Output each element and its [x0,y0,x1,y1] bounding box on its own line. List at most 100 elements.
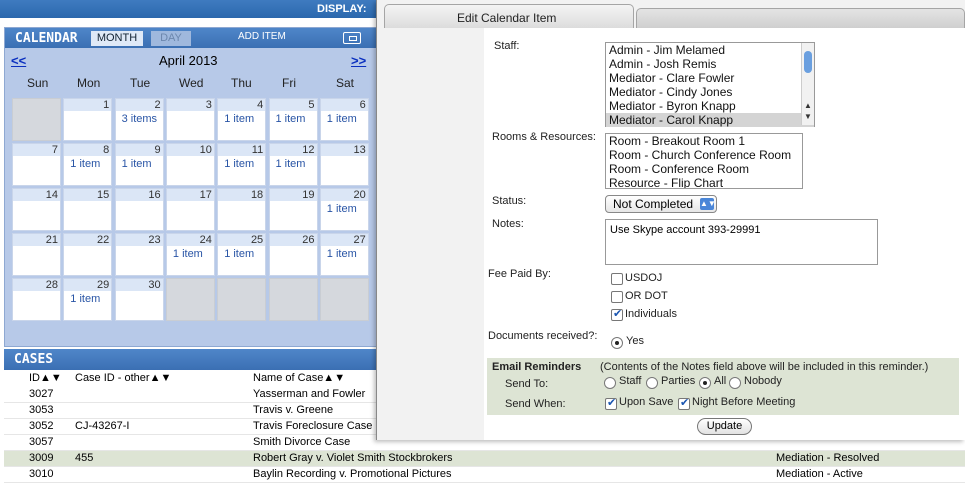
notes-textarea[interactable]: Use Skype account 393-29991 [605,219,878,265]
day-cell[interactable]: 24 1 item [165,233,215,276]
day-cell[interactable]: 11 1 item [217,143,267,186]
day-number[interactable]: 20 [320,189,368,201]
staff-list[interactable]: Admin - Jim Melamed Admin - Josh Remis Med… [605,42,815,127]
day-cell[interactable]: 28 [12,278,61,321]
day-number[interactable]: 1 [64,99,112,111]
day-items-link[interactable]: 1 item [276,158,306,170]
day-cell[interactable]: 25 1 item [217,233,267,276]
send-to-radio[interactable] [646,377,658,389]
day-number[interactable]: 28 [13,279,60,291]
day-items-link[interactable]: 1 item [224,113,254,125]
tab-day[interactable]: DAY [151,31,191,46]
day-items-link[interactable]: 1 item [224,158,254,170]
send-to-radio[interactable] [604,377,616,389]
staff-option[interactable]: Admin - Jim Melamed [606,43,814,57]
day-number[interactable]: 17 [166,189,214,201]
day-cell[interactable]: 15 [63,188,113,231]
day-number[interactable]: 13 [320,144,368,156]
staff-option[interactable]: Mediator - Carol Knapp [606,113,814,127]
day-cell[interactable]: 6 1 item [319,98,369,141]
day-number[interactable]: 6 [320,99,368,111]
day-number[interactable]: 19 [269,189,317,201]
day-number[interactable]: 8 [64,144,112,156]
rooms-list[interactable]: Room - Breakout Room 1 Room - Church Conf… [605,133,803,189]
day-cell[interactable]: 17 [165,188,215,231]
day-items-link[interactable]: 1 item [70,158,100,170]
day-number[interactable]: 9 [115,144,163,156]
room-option[interactable]: Room - Church Conference Room [606,148,802,162]
day-cell[interactable]: 19 [268,188,318,231]
day-cell[interactable]: 27 1 item [319,233,369,276]
day-number[interactable]: 24 [166,234,214,246]
day-number[interactable]: 4 [218,99,266,111]
scroll-down-icon[interactable]: ▼ [804,112,812,121]
fee-checkbox[interactable] [611,291,623,303]
day-number[interactable]: 2 [115,99,163,111]
day-items-link[interactable]: 1 item [122,158,152,170]
day-items-link[interactable]: 1 item [224,248,254,260]
col-name-header[interactable]: Name of Case▲▼ [253,372,345,384]
day-items-link[interactable]: 1 item [327,248,357,260]
col-caseid-header[interactable]: Case ID - other▲▼ [75,372,171,384]
col-id-header[interactable]: ID▲▼ [29,372,62,384]
day-cell[interactable]: 9 1 item [114,143,164,186]
day-cell[interactable]: 23 [114,233,164,276]
day-items-link[interactable]: 1 item [173,248,203,260]
staff-option[interactable]: Mediator - Clare Fowler [606,71,814,85]
send-to-radio[interactable] [729,377,741,389]
staff-option[interactable]: Mediator - Byron Knapp [606,99,814,113]
day-number[interactable]: 15 [64,189,112,201]
day-number[interactable]: 21 [13,234,60,246]
tab-month[interactable]: MONTH [91,31,143,46]
day-number[interactable]: 16 [115,189,163,201]
day-cell[interactable]: 10 [165,143,215,186]
day-number[interactable]: 14 [13,189,60,201]
room-option[interactable]: Room - Breakout Room 1 [606,134,802,148]
day-cell[interactable]: 4 1 item [217,98,267,141]
day-cell[interactable]: 18 [217,188,267,231]
staff-option[interactable]: Admin - Josh Remis [606,57,814,71]
day-number[interactable]: 23 [115,234,163,246]
day-items-link[interactable]: 1 item [276,113,306,125]
day-items-link[interactable]: 1 item [327,203,357,215]
scroll-thumb[interactable] [804,51,812,73]
day-number[interactable]: 30 [115,279,163,291]
send-to-radio[interactable] [699,377,711,389]
next-month-link[interactable]: >> [351,53,366,68]
add-item-button[interactable]: ADD ITEM [238,31,286,42]
day-cell[interactable]: 7 [12,143,61,186]
day-cell[interactable]: 29 1 item [63,278,113,321]
day-number[interactable]: 11 [218,144,266,156]
staff-option[interactable]: Mediator - Cindy Jones [606,85,814,99]
day-items-link[interactable]: 1 item [70,293,100,305]
table-row[interactable]: 3010 Baylin Recording v. Promotional Pict… [4,467,965,483]
day-cell[interactable]: 26 [268,233,318,276]
fee-checkbox[interactable] [611,273,623,285]
day-number[interactable]: 3 [166,99,214,111]
day-number[interactable]: 22 [64,234,112,246]
day-number[interactable]: 12 [269,144,317,156]
day-cell[interactable]: 12 1 item [268,143,318,186]
send-when-checkbox[interactable] [605,396,617,410]
day-cell[interactable]: 5 1 item [268,98,318,141]
day-items-link[interactable]: 1 item [327,113,357,125]
day-cell[interactable]: 14 [12,188,61,231]
day-cell[interactable]: 13 [319,143,369,186]
send-when-checkbox[interactable] [678,396,690,410]
room-option[interactable]: Resource - Flip Chart [606,176,802,188]
day-cell[interactable]: 1 [63,98,113,141]
day-cell[interactable]: 21 [12,233,61,276]
docs-yes-radio[interactable] [611,337,623,349]
fee-checkbox[interactable] [611,307,623,321]
room-option[interactable]: Room - Conference Room [606,162,802,176]
table-row[interactable]: 3009 455 Robert Gray v. Violet Smith Stock… [4,451,965,467]
day-number[interactable]: 25 [218,234,266,246]
update-button[interactable]: Update [697,418,752,435]
status-select[interactable]: Not Completed ▲▼ [605,195,717,213]
day-cell[interactable]: 2 3 items [114,98,164,141]
scroll-up-icon[interactable]: ▲ [804,101,812,110]
day-cell[interactable]: 22 [63,233,113,276]
day-number[interactable]: 10 [166,144,214,156]
day-cell[interactable]: 8 1 item [63,143,113,186]
prev-month-link[interactable]: << [11,53,26,68]
